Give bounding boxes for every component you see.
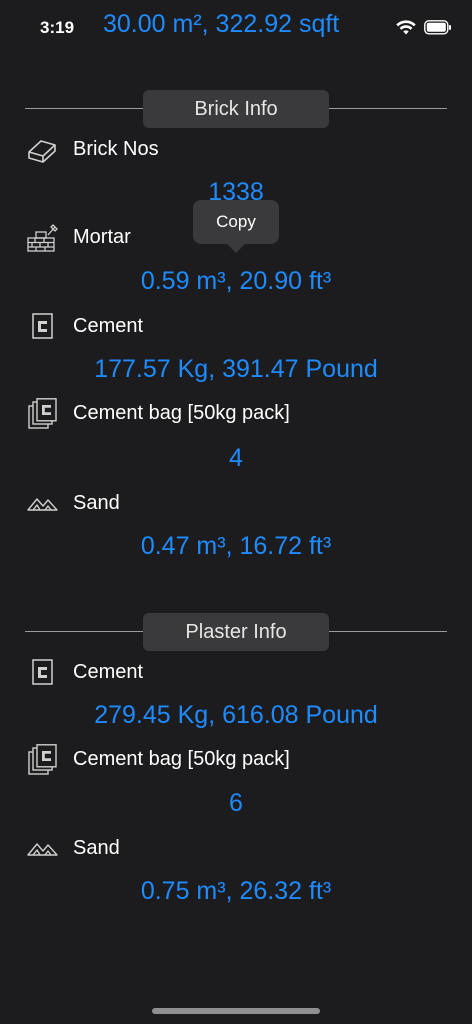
plaster-cement-label: Cement [73,661,144,683]
status-time: 3:19 [40,18,75,37]
area-title: 30.00 m², 322.92 sqft [103,10,340,38]
cement-icon [32,313,53,339]
plaster-sand-label: Sand [73,837,120,859]
cement-bag-icon [28,744,57,775]
copy-tooltip[interactable]: Copy [193,200,279,244]
brick-icon [28,140,56,163]
brick-sand-value[interactable]: 0.47 m³, 16.72 ft³ [0,532,472,561]
brick-nos-label: Brick Nos [73,138,159,160]
brick-cement-row: Cement [0,311,472,343]
brick-info-title: Brick Info [143,90,329,128]
plaster-cement-row: Cement [0,657,472,689]
plaster-cement-bag-label: Cement bag [50kg pack] [73,748,290,770]
plaster-info-title: Plaster Info [143,613,329,651]
home-indicator[interactable] [152,1008,320,1014]
mortar-wall-icon [27,224,58,252]
cement-icon [32,659,53,685]
brick-cement-value[interactable]: 177.57 Kg, 391.47 Pound [0,355,472,384]
brick-cement-bag-value[interactable]: 4 [0,444,472,473]
cement-bag-icon [28,398,57,429]
plaster-cement-bag-row: Cement bag [50kg pack] [0,744,472,776]
plaster-sand-value[interactable]: 0.75 m³, 26.32 ft³ [0,877,472,906]
mortar-label: Mortar [73,226,131,248]
brick-sand-label: Sand [73,492,120,514]
brick-info-header: Brick Info [25,90,447,128]
plaster-info-header: Plaster Info [25,613,447,651]
sand-icon [27,843,58,856]
brick-nos-row: Brick Nos [0,134,472,166]
status-bar: 3:19 30.00 m², 322.92 sqft [0,0,472,60]
brick-cement-label: Cement [73,315,144,337]
brick-cement-bag-label: Cement bag [50kg pack] [73,402,290,424]
brick-sand-row: Sand [0,488,472,520]
battery-icon [424,20,451,35]
plaster-cement-bag-value[interactable]: 6 [0,789,472,818]
plaster-sand-row: Sand [0,833,472,865]
sand-icon [27,498,58,511]
brick-cement-bag-row: Cement bag [50kg pack] [0,398,472,430]
plaster-cement-value[interactable]: 279.45 Kg, 616.08 Pound [0,701,472,730]
copy-tooltip-arrow [226,243,246,253]
mortar-value[interactable]: 0.59 m³, 20.90 ft³ [0,267,472,296]
wifi-icon [396,20,416,35]
